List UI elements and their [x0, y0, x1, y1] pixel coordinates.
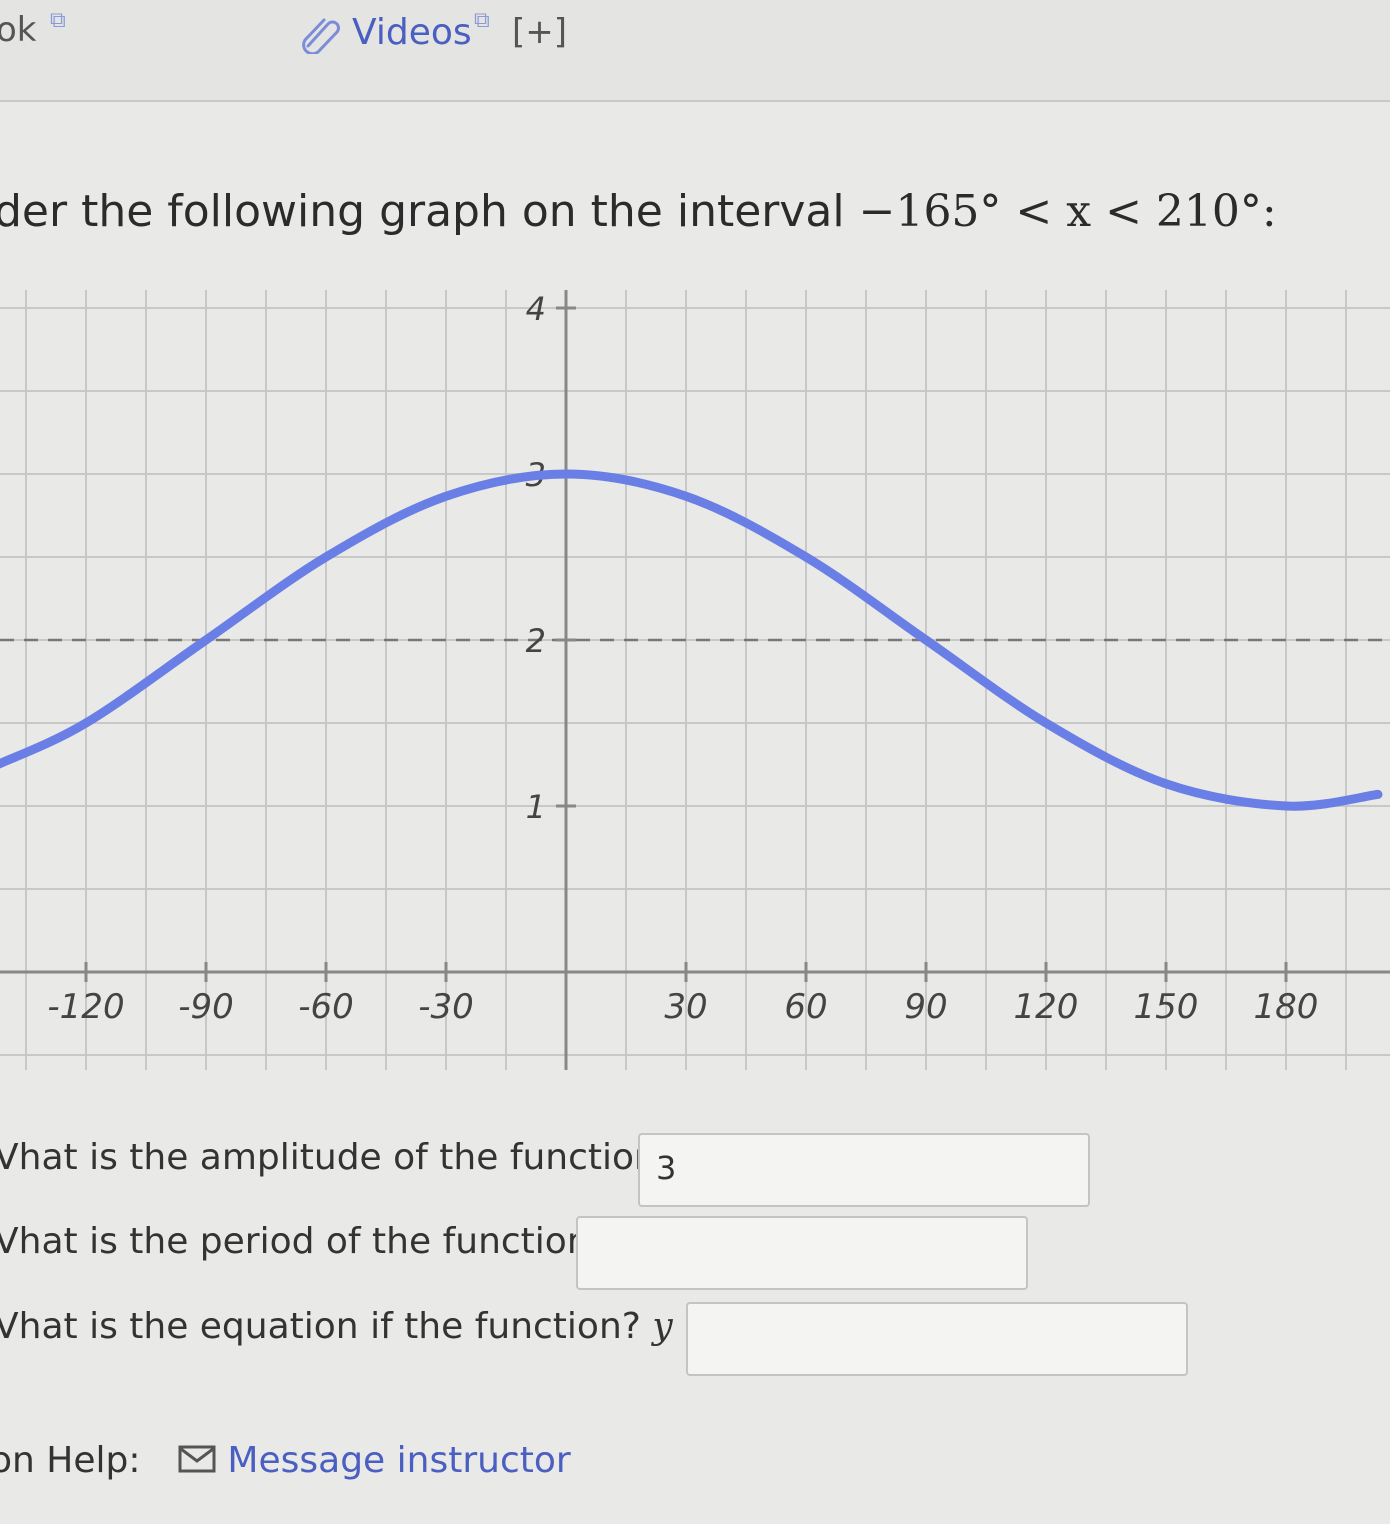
help-label: on Help:: [0, 1440, 141, 1481]
external-link-icon: ⧉: [474, 8, 490, 33]
paperclip-icon: [300, 14, 344, 58]
ebook-link[interactable]: ok: [0, 10, 37, 50]
help-row: on Help: Message instructor: [0, 1440, 571, 1483]
amplitude-input[interactable]: 3: [638, 1133, 1090, 1207]
x-tick-label: -30: [418, 987, 474, 1027]
y-tick-label: 2: [526, 622, 546, 660]
amplitude-question: Vhat is the amplitude of the function?: [0, 1137, 676, 1178]
function-graph: -120 -90 -60 -30 30 60 90 120 150 1801234: [0, 290, 1390, 1070]
equation-question-label: Vhat is the equation if the function?: [0, 1306, 641, 1347]
top-nav-bar: ok ⧉ Videos ⧉ [+]: [0, 0, 1390, 100]
equation-question: Vhat is the equation if the function? y …: [0, 1306, 714, 1347]
x-tick-label: 90: [904, 987, 947, 1027]
period-input[interactable]: [576, 1216, 1028, 1290]
x-tick-label: 30: [664, 987, 707, 1027]
equation-input[interactable]: [686, 1302, 1188, 1376]
x-tick-label: -120: [47, 987, 124, 1027]
interval-expression: −165° < x < 210°:: [858, 186, 1277, 237]
x-tick-label: 150: [1134, 987, 1199, 1027]
mail-icon: [178, 1442, 216, 1483]
y-tick-label: 1: [526, 788, 546, 826]
question-prefix: der the following graph on the interval: [0, 186, 859, 237]
x-tick-label: -90: [178, 987, 234, 1027]
x-tick-label: 60: [784, 987, 827, 1027]
x-tick-label: 120: [1014, 987, 1079, 1027]
external-link-icon: ⧉: [50, 8, 66, 33]
header-divider: [0, 100, 1390, 102]
videos-link[interactable]: Videos: [352, 12, 472, 53]
period-question: Vhat is the period of the function?: [0, 1221, 609, 1262]
x-tick-label: 180: [1254, 987, 1319, 1027]
expand-toggle[interactable]: [+]: [512, 12, 567, 52]
message-instructor-link[interactable]: Message instructor: [227, 1440, 570, 1481]
question-text: der the following graph on the interval …: [0, 186, 1277, 237]
y-tick-label: 4: [526, 290, 546, 328]
x-tick-label: -60: [298, 987, 354, 1027]
